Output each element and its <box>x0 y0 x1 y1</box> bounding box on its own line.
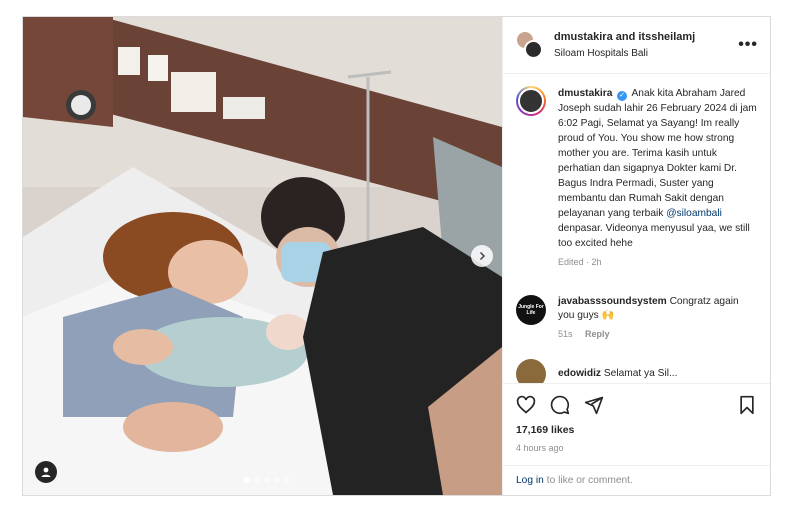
login-link[interactable]: Log in <box>516 475 544 486</box>
save-icon[interactable] <box>737 395 757 415</box>
more-options-button[interactable]: ••• <box>738 37 758 53</box>
reply-button[interactable]: Reply <box>585 329 610 339</box>
comment-meta: 51s Reply <box>558 329 757 339</box>
post-media[interactable] <box>23 17 502 495</box>
header-text: dmustakira and itssheilamj Siloam Hospit… <box>554 31 738 59</box>
caption-username[interactable]: dmustakira <box>558 88 612 99</box>
person-icon <box>41 467 51 477</box>
post-sidebar: dmustakira and itssheilamj Siloam Hospit… <box>502 17 770 495</box>
comment-item: edowidiz Selamat ya Sil... <box>516 359 757 383</box>
heart-icon[interactable] <box>516 395 536 415</box>
action-bar <box>516 392 757 418</box>
post-actions-section: 17,169 likes 4 hours ago <box>503 383 770 465</box>
comment-body: edowidiz Selamat ya Sil... <box>558 367 677 383</box>
post-photo <box>23 17 502 495</box>
caption-mention[interactable]: @siloambali <box>666 208 722 219</box>
avatar[interactable] <box>516 359 546 383</box>
comment-username[interactable]: javabasssoundsystem <box>558 296 667 307</box>
comment-body: javabasssoundsystem Congratz again you g… <box>558 295 757 323</box>
comment-time: 51s <box>558 329 573 339</box>
caption-body: dmustakira ✓ Anak kita Abraham Jared Jos… <box>558 86 757 251</box>
carousel-dot <box>264 477 270 483</box>
post-header: dmustakira and itssheilamj Siloam Hospit… <box>503 17 770 74</box>
carousel-next-button[interactable] <box>471 245 493 267</box>
carousel-dot <box>254 477 260 483</box>
carousel-indicators <box>244 477 290 483</box>
post-location[interactable]: Siloam Hospitals Bali <box>554 48 738 59</box>
tagged-users-button[interactable] <box>35 461 57 483</box>
comments-section: dmustakira ✓ Anak kita Abraham Jared Jos… <box>503 74 770 383</box>
avatar <box>524 40 543 59</box>
comment-username[interactable]: edowidiz <box>558 368 601 379</box>
like-count[interactable]: 17,169 likes <box>516 424 757 436</box>
share-icon[interactable] <box>584 395 604 415</box>
login-prompt: Log in to like or comment. <box>503 465 770 495</box>
caption-meta: Edited · 2h <box>558 257 602 267</box>
post-caption: dmustakira ✓ Anak kita Abraham Jared Jos… <box>516 86 757 267</box>
login-text: to like or comment. <box>546 475 633 486</box>
avatar[interactable] <box>516 86 546 116</box>
caption-text-after: denpasar. Videonya menyusul yaa, we stil… <box>558 223 750 249</box>
comment-item: Jungle For Life javabasssoundsystem Cong… <box>516 295 757 339</box>
comment-text: Selamat ya Sil... <box>603 368 678 379</box>
carousel-dot <box>244 477 250 483</box>
avatar[interactable]: Jungle For Life <box>516 295 546 325</box>
post-authors[interactable]: dmustakira and itssheilamj <box>554 31 738 43</box>
collab-avatars[interactable] <box>516 31 544 59</box>
comment-icon[interactable] <box>550 395 570 415</box>
carousel-dot <box>284 477 290 483</box>
caption-text: Anak kita Abraham Jared Joseph sudah lah… <box>558 88 757 219</box>
carousel-dot <box>274 477 280 483</box>
post-time[interactable]: 4 hours ago <box>516 443 757 453</box>
chevron-right-icon <box>479 251 486 261</box>
instagram-post: dmustakira and itssheilamj Siloam Hospit… <box>22 16 771 496</box>
verified-badge-icon: ✓ <box>617 91 628 101</box>
